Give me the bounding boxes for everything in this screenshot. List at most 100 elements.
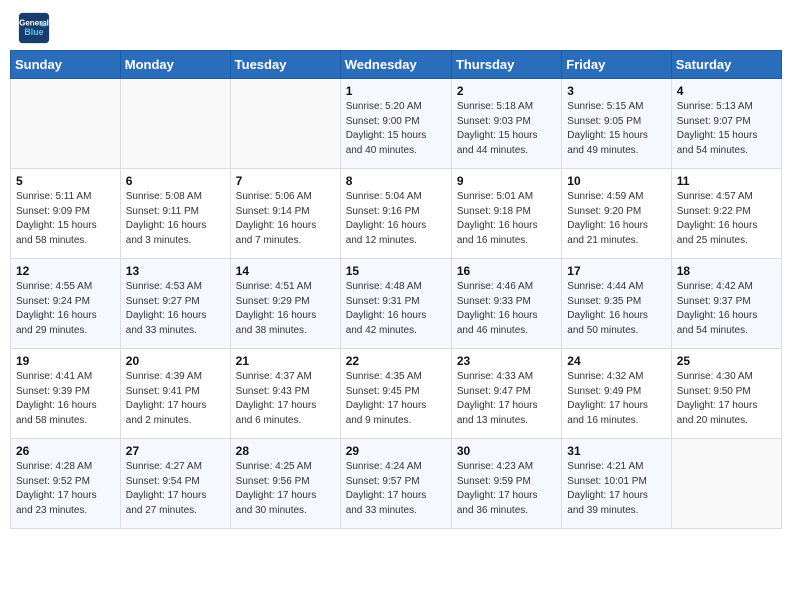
day-info: Sunrise: 4:46 AM Sunset: 9:33 PM Dayligh… [457,280,556,338]
calendar-cell: 14Sunrise: 4:51 AM Sunset: 9:29 PM Dayli… [230,259,340,349]
week-row-4: 19 Sunrise: 4:41 AM Sunset: 9:39 PM Dayli… [11,349,782,439]
day-number: 27 [126,444,225,458]
calendar-cell: 29Sunrise: 4:24 AM Sunset: 9:57 PM Dayli… [340,439,451,529]
day-number: 23 [457,354,556,368]
weekday-sunday: Sunday [11,51,121,79]
calendar-cell: 1 Sunrise: 5:20 AM Sunset: 9:00 PM Daylig… [340,79,451,169]
day-number: 16 [457,264,556,278]
day-info: Sunrise: 4:37 AM Sunset: 9:43 PM Dayligh… [236,370,335,428]
day-number: 7 [236,174,335,188]
weekday-header-row: SundayMondayTuesdayWednesdayThursdayFrid… [11,51,782,79]
weekday-friday: Friday [562,51,671,79]
calendar-cell: 9 Sunrise: 5:01 AM Sunset: 9:18 PM Daylig… [451,169,561,259]
day-number: 6 [126,174,225,188]
calendar-cell: 18 Sunrise: 4:42 AM Sunset: 9:37 PM Dayli… [671,259,781,349]
calendar-cell: 20 Sunrise: 4:39 AM Sunset: 9:41 PM Dayli… [120,349,230,439]
calendar-table: SundayMondayTuesdayWednesdayThursdayFrid… [10,50,782,529]
day-info: Sunrise: 4:27 AM Sunset: 9:54 PM Dayligh… [126,460,225,518]
day-number: 2 [457,84,556,98]
day-number: 12 [16,264,115,278]
day-info: Sunrise: 5:20 AM Sunset: 9:00 PM Dayligh… [346,100,446,158]
day-number: 13 [126,264,225,278]
day-info: Sunrise: 4:59 AM Sunset: 9:20 PM Dayligh… [567,190,665,248]
day-info: Sunrise: 5:15 AM Sunset: 9:05 PM Dayligh… [567,100,665,158]
calendar-cell: 11 Sunrise: 4:57 AM Sunset: 9:22 PM Dayli… [671,169,781,259]
day-number: 9 [457,174,556,188]
calendar-cell: 22 Sunrise: 4:35 AM Sunset: 9:45 PM Dayli… [340,349,451,439]
day-number: 1 [346,84,446,98]
calendar-cell: 27 Sunrise: 4:27 AM Sunset: 9:54 PM Dayli… [120,439,230,529]
calendar-body: 1 Sunrise: 5:20 AM Sunset: 9:00 PM Daylig… [11,79,782,529]
day-number: 31 [567,444,665,458]
calendar-cell [671,439,781,529]
calendar-cell: 26 Sunrise: 4:28 AM Sunset: 9:52 PM Dayli… [11,439,121,529]
calendar-cell: 8 Sunrise: 5:04 AM Sunset: 9:16 PM Daylig… [340,169,451,259]
calendar-cell [11,79,121,169]
day-info: Sunrise: 4:28 AM Sunset: 9:52 PM Dayligh… [16,460,115,518]
day-number: 5 [16,174,115,188]
day-info: Sunrise: 4:25 AM Sunset: 9:56 PM Dayligh… [236,460,335,518]
calendar-cell: 10 Sunrise: 4:59 AM Sunset: 9:20 PM Dayli… [562,169,671,259]
day-info: Sunrise: 4:41 AM Sunset: 9:39 PM Dayligh… [16,370,115,428]
weekday-saturday: Saturday [671,51,781,79]
calendar-cell: 23 Sunrise: 4:33 AM Sunset: 9:47 PM Dayli… [451,349,561,439]
day-info: Sunrise: 4:23 AM Sunset: 9:59 PM Dayligh… [457,460,556,518]
logo-icon: General Blue [18,12,50,44]
day-info: Sunrise: 5:11 AM Sunset: 9:09 PM Dayligh… [16,190,115,248]
calendar-cell: 5 Sunrise: 5:11 AM Sunset: 9:09 PM Daylig… [11,169,121,259]
day-number: 21 [236,354,335,368]
calendar-cell: 4Sunrise: 5:13 AM Sunset: 9:07 PM Daylig… [671,79,781,169]
day-number: 15 [346,264,446,278]
day-number: 3 [567,84,665,98]
day-number: 24 [567,354,665,368]
day-info: Sunrise: 5:06 AM Sunset: 9:14 PM Dayligh… [236,190,335,248]
week-row-1: 1 Sunrise: 5:20 AM Sunset: 9:00 PM Daylig… [11,79,782,169]
day-info: Sunrise: 4:33 AM Sunset: 9:47 PM Dayligh… [457,370,556,428]
calendar-cell: 30 Sunrise: 4:23 AM Sunset: 9:59 PM Dayli… [451,439,561,529]
calendar-cell: 25 Sunrise: 4:30 AM Sunset: 9:50 PM Dayli… [671,349,781,439]
calendar-cell [230,79,340,169]
calendar-cell: 17Sunrise: 4:44 AM Sunset: 9:35 PM Dayli… [562,259,671,349]
day-info: Sunrise: 4:32 AM Sunset: 9:49 PM Dayligh… [567,370,665,428]
day-number: 20 [126,354,225,368]
day-number: 14 [236,264,335,278]
calendar-cell: 21 Sunrise: 4:37 AM Sunset: 9:43 PM Dayli… [230,349,340,439]
day-info: Sunrise: 4:57 AM Sunset: 9:22 PM Dayligh… [677,190,776,248]
day-info: Sunrise: 4:48 AM Sunset: 9:31 PM Dayligh… [346,280,446,338]
calendar-cell: 7 Sunrise: 5:06 AM Sunset: 9:14 PM Daylig… [230,169,340,259]
day-info: Sunrise: 5:04 AM Sunset: 9:16 PM Dayligh… [346,190,446,248]
day-number: 30 [457,444,556,458]
svg-text:Blue: Blue [24,27,43,37]
day-info: Sunrise: 4:39 AM Sunset: 9:41 PM Dayligh… [126,370,225,428]
day-number: 26 [16,444,115,458]
day-info: Sunrise: 4:35 AM Sunset: 9:45 PM Dayligh… [346,370,446,428]
weekday-monday: Monday [120,51,230,79]
day-number: 25 [677,354,776,368]
day-info: Sunrise: 4:53 AM Sunset: 9:27 PM Dayligh… [126,280,225,338]
day-number: 11 [677,174,776,188]
weekday-tuesday: Tuesday [230,51,340,79]
week-row-3: 12Sunrise: 4:55 AM Sunset: 9:24 PM Dayli… [11,259,782,349]
day-number: 28 [236,444,335,458]
calendar-cell: 12Sunrise: 4:55 AM Sunset: 9:24 PM Dayli… [11,259,121,349]
week-row-2: 5 Sunrise: 5:11 AM Sunset: 9:09 PM Daylig… [11,169,782,259]
day-info: Sunrise: 5:01 AM Sunset: 9:18 PM Dayligh… [457,190,556,248]
day-info: Sunrise: 4:42 AM Sunset: 9:37 PM Dayligh… [677,280,776,338]
day-number: 19 [16,354,115,368]
day-number: 18 [677,264,776,278]
day-info: Sunrise: 5:18 AM Sunset: 9:03 PM Dayligh… [457,100,556,158]
calendar-cell: 2 Sunrise: 5:18 AM Sunset: 9:03 PM Daylig… [451,79,561,169]
page-header: General Blue [0,0,792,50]
calendar-cell: 13 Sunrise: 4:53 AM Sunset: 9:27 PM Dayli… [120,259,230,349]
calendar-cell: 24 Sunrise: 4:32 AM Sunset: 9:49 PM Dayli… [562,349,671,439]
day-number: 17 [567,264,665,278]
weekday-thursday: Thursday [451,51,561,79]
day-number: 22 [346,354,446,368]
day-number: 8 [346,174,446,188]
calendar-cell: 6Sunrise: 5:08 AM Sunset: 9:11 PM Daylig… [120,169,230,259]
day-info: Sunrise: 4:21 AM Sunset: 10:01 PM Daylig… [567,460,665,518]
day-info: Sunrise: 4:30 AM Sunset: 9:50 PM Dayligh… [677,370,776,428]
day-number: 10 [567,174,665,188]
logo: General Blue [18,12,56,44]
day-number: 4 [677,84,776,98]
